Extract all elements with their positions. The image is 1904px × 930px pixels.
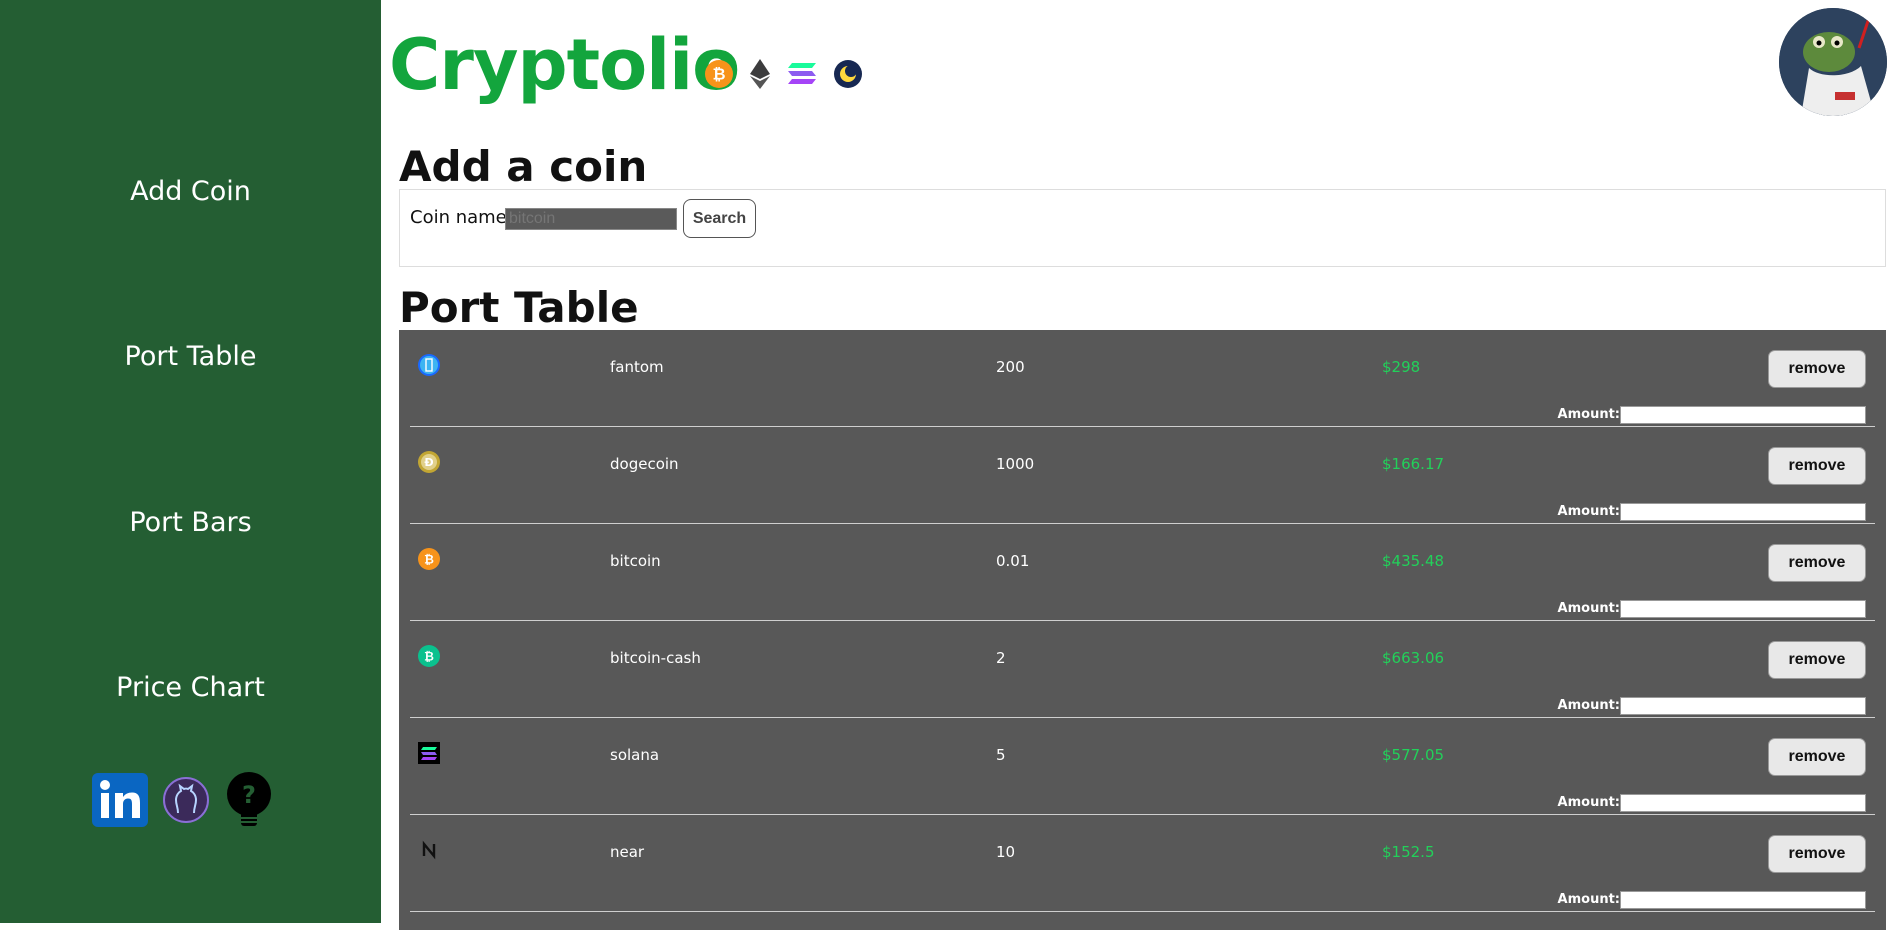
coin-amount: 5	[996, 746, 1006, 764]
table-row: near 10 $152.5 remove Amount:	[410, 815, 1875, 912]
ethereum-icon	[750, 59, 770, 89]
table-row: Ð dogecoin 1000 $166.17 remove Amount:	[410, 427, 1875, 524]
add-coin-title: Add a coin	[399, 142, 648, 191]
sidebar: Add Coin Port Table Port Bars Price Char…	[0, 0, 381, 923]
search-button[interactable]: Search	[683, 199, 756, 238]
remove-button[interactable]: remove	[1768, 641, 1866, 679]
amount-label: Amount:	[1557, 601, 1620, 616]
remove-button[interactable]: remove	[1768, 544, 1866, 582]
coin-name-label: Coin name:	[410, 207, 513, 228]
coin-name: solana	[610, 746, 660, 764]
amount-input[interactable]	[1620, 891, 1866, 909]
remove-button[interactable]: remove	[1768, 835, 1866, 873]
dogecoin-icon: Ð	[418, 451, 440, 473]
amount-label: Amount:	[1557, 795, 1620, 810]
coin-value: $577.05	[1382, 746, 1445, 764]
fantom-icon	[418, 354, 440, 376]
amount-label: Amount:	[1557, 698, 1620, 713]
sidebar-item-port-table[interactable]: Port Table	[0, 341, 381, 372]
sidebar-item-price-chart[interactable]: Price Chart	[0, 672, 381, 703]
social-links: ?	[92, 772, 274, 828]
github-icon[interactable]	[162, 775, 210, 825]
help-bulb-icon[interactable]: ?	[224, 772, 274, 828]
near-icon	[418, 839, 440, 861]
coin-name: bitcoin-cash	[610, 649, 701, 667]
port-table-title: Port Table	[399, 283, 639, 332]
svg-text:₿: ₿	[424, 650, 434, 664]
linkedin-icon[interactable]	[92, 773, 148, 827]
table-row: fantom 200 $298 remove Amount:	[410, 330, 1875, 427]
coin-value: $166.17	[1382, 455, 1445, 473]
svg-text:₿: ₿	[424, 553, 434, 567]
frog-avatar-image	[1779, 8, 1887, 116]
amount-label: Amount:	[1557, 407, 1620, 422]
coin-value: $435.48	[1382, 552, 1445, 570]
port-table: fantom 200 $298 remove Amount: Ð dogecoi…	[399, 330, 1886, 930]
app-logo: Cryptolio	[389, 24, 740, 106]
svg-text:Ð: Ð	[424, 456, 433, 469]
amount-input[interactable]	[1620, 600, 1866, 618]
svg-text:?: ?	[242, 781, 256, 809]
sidebar-item-add-coin[interactable]: Add Coin	[0, 176, 381, 207]
svg-text:₿: ₿	[712, 65, 725, 84]
coin-name-input[interactable]	[505, 208, 677, 230]
bitcoin-icon: ₿	[418, 548, 440, 570]
table-row: ₿ bitcoin 0.01 $435.48 remove Amount:	[410, 524, 1875, 621]
coin-value: $152.5	[1382, 843, 1435, 861]
amount-label: Amount:	[1557, 504, 1620, 519]
remove-button[interactable]: remove	[1768, 350, 1866, 388]
solana-icon	[788, 63, 816, 84]
coin-amount: 1000	[996, 455, 1035, 473]
amount-input[interactable]	[1620, 697, 1866, 715]
coin-value: $663.06	[1382, 649, 1445, 667]
coin-name: near	[610, 843, 645, 861]
terra-luna-icon	[834, 60, 862, 88]
amount-input[interactable]	[1620, 794, 1866, 812]
bitcoin-icon: ₿	[705, 60, 733, 88]
coin-name: bitcoin	[610, 552, 661, 570]
coin-amount: 2	[996, 649, 1006, 667]
remove-button[interactable]: remove	[1768, 738, 1866, 776]
coin-amount: 0.01	[996, 552, 1030, 570]
bitcoin-cash-icon: ₿	[418, 645, 440, 667]
table-row: solana 5 $577.05 remove Amount:	[410, 718, 1875, 815]
table-row: ₿ bitcoin-cash 2 $663.06 remove Amount:	[410, 621, 1875, 718]
coin-name: fantom	[610, 358, 664, 376]
solana-icon	[418, 742, 440, 764]
avatar[interactable]	[1779, 8, 1887, 116]
add-coin-form: Coin name: Search	[399, 189, 1886, 267]
sidebar-item-port-bars[interactable]: Port Bars	[0, 507, 381, 538]
amount-label: Amount:	[1557, 892, 1620, 907]
logo-coin-icons: ₿	[705, 59, 863, 89]
coin-value: $298	[1382, 358, 1421, 376]
coin-amount: 10	[996, 843, 1016, 861]
coin-name: dogecoin	[610, 455, 679, 473]
amount-input[interactable]	[1620, 503, 1866, 521]
remove-button[interactable]: remove	[1768, 447, 1866, 485]
amount-input[interactable]	[1620, 406, 1866, 424]
coin-amount: 200	[996, 358, 1025, 376]
